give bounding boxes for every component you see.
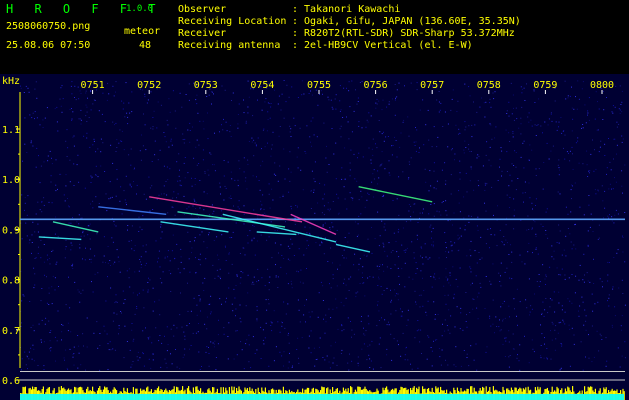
x-tick-label: 0753	[194, 80, 218, 91]
y-tick-label: 0.8	[2, 276, 20, 287]
meteor-count: 48	[139, 40, 152, 51]
y-tick-label: 0.6	[2, 376, 20, 387]
image-filename: 2508060750.png	[6, 21, 91, 32]
info-value: : Takanori Kawachi	[292, 4, 401, 15]
signal-baseline	[20, 394, 624, 400]
x-tick-label: 0759	[533, 80, 557, 91]
info-value: : Ogaki, Gifu, JAPAN (136.60E, 35.35N)	[292, 16, 521, 27]
info-label: Observer	[178, 4, 227, 15]
y-tick-label: 0.7	[2, 326, 20, 337]
y-tick-label: 0.9	[2, 225, 20, 236]
spectrogram: 0751 0752 0753 0754 0755 0756 0757 0758 0759 0800…	[0, 74, 629, 400]
x-tick-label: 0751	[81, 80, 105, 91]
observation-datetime: 25.08.06 07:50	[6, 40, 91, 51]
header-panel: H R O F F T 1.0.0 2508060750.png 25.08.0…	[0, 0, 629, 74]
x-tick-label: 0752	[137, 80, 161, 91]
app-version: 1.0.0	[126, 4, 154, 14]
y-tick-label: 1.0	[2, 175, 20, 186]
y-tick-label: 1.1	[2, 125, 20, 136]
y-axis-label: kHz	[2, 76, 20, 87]
x-tick-label: 0757	[420, 80, 444, 91]
x-tick-label: 0756	[364, 80, 388, 91]
info-antenna: Receiving antenna : 2el-HB9CV Vertical (e…	[178, 41, 473, 51]
info-location: Receiving Location : Ogaki, Gifu, JAPAN (…	[178, 17, 521, 27]
meteor-label: meteor	[124, 26, 161, 37]
info-value: : R820T2(RTL-SDR) SDR-Sharp 53.372MHz	[292, 28, 515, 39]
x-tick-label: 0755	[307, 80, 331, 91]
spectrogram-panel: 0751 0752 0753 0754 0755 0756 0757 0758 0759 0800…	[0, 74, 629, 400]
x-tick-label: 0800	[590, 80, 614, 91]
info-label: Receiving Location	[178, 16, 287, 27]
x-tick-label: 0754	[250, 80, 274, 91]
info-receiver: Receiver : R820T2(RTL-SDR) SDR-Sharp 53.3…	[178, 29, 515, 39]
x-tick-label: 0758	[477, 80, 501, 91]
info-label: Receiving antenna	[178, 40, 281, 51]
info-observer: Observer : Takanori Kawachi	[178, 5, 400, 15]
info-value: : 2el-HB9CV Vertical (el. E-W)	[292, 40, 473, 51]
info-label: Receiver	[178, 28, 227, 39]
